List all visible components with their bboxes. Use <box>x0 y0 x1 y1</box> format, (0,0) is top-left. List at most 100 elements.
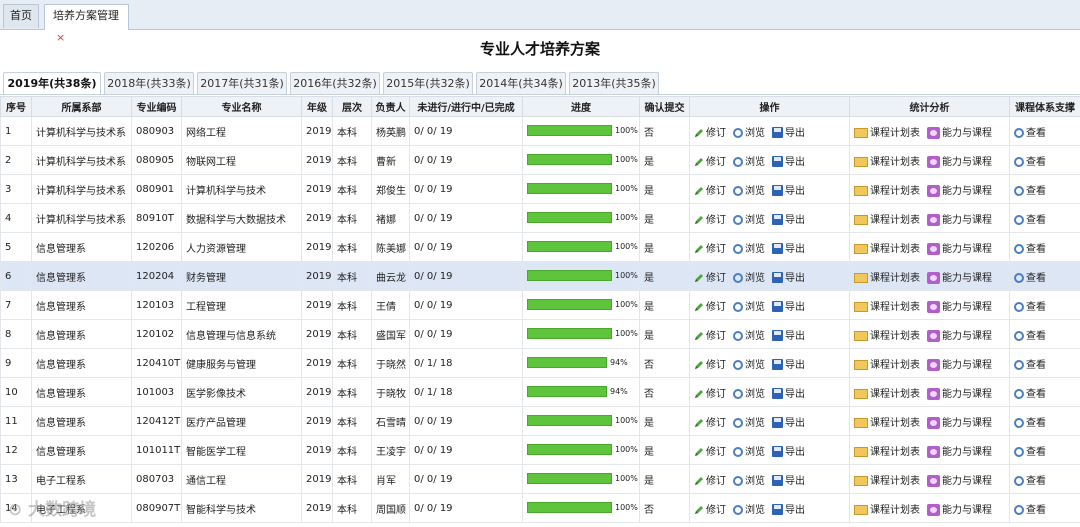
edit-button[interactable]: 修订 <box>694 182 726 197</box>
edit-button[interactable]: 修订 <box>694 124 726 139</box>
course-plan-button[interactable]: 课程计划表 <box>854 385 920 400</box>
export-button[interactable]: 导出 <box>772 182 805 197</box>
edit-button[interactable]: 修订 <box>694 327 726 342</box>
tab-year-2015[interactable]: 2015年(共32条) <box>383 72 473 94</box>
tab-year-2017[interactable]: 2017年(共31条) <box>197 72 287 94</box>
table-row[interactable]: 4 计算机科学与技术系 80910T 数据科学与大数据技术 2019 本科 褚娜 0/ 0/ … <box>0 203 1080 233</box>
course-plan-button[interactable]: 课程计划表 <box>854 211 920 226</box>
edit-button[interactable]: 修订 <box>694 443 726 458</box>
ability-course-button[interactable]: 能力与课程 <box>927 298 992 313</box>
check-button[interactable]: 查看 <box>1014 472 1046 487</box>
ability-course-button[interactable]: 能力与课程 <box>927 501 992 516</box>
course-plan-button[interactable]: 课程计划表 <box>854 501 920 516</box>
ability-course-button[interactable]: 能力与课程 <box>927 153 992 168</box>
edit-button[interactable]: 修订 <box>694 501 726 516</box>
table-row[interactable]: 2 计算机科学与技术系 080905 物联网工程 2019 本科 曹新 0/ 0/ 19 100… <box>0 145 1080 175</box>
tab-year-2013[interactable]: 2013年(共35条) <box>569 72 659 94</box>
export-button[interactable]: 导出 <box>772 240 805 255</box>
course-plan-button[interactable]: 课程计划表 <box>854 182 920 197</box>
table-row[interactable]: 8 信息管理系 120102 信息管理与信息系统 2019 本科 盛国军 0/ 0/ 19 10… <box>0 319 1080 349</box>
ability-course-button[interactable]: 能力与课程 <box>927 182 992 197</box>
export-button[interactable]: 导出 <box>772 211 805 226</box>
check-button[interactable]: 查看 <box>1014 385 1046 400</box>
tab-year-2019[interactable]: 2019年(共38条) <box>3 72 101 95</box>
check-button[interactable]: 查看 <box>1014 182 1046 197</box>
export-button[interactable]: 导出 <box>772 356 805 371</box>
export-button[interactable]: 导出 <box>772 124 805 139</box>
export-button[interactable]: 导出 <box>772 327 805 342</box>
course-plan-button[interactable]: 课程计划表 <box>854 269 920 284</box>
view-button[interactable]: 浏览 <box>733 182 765 197</box>
course-plan-button[interactable]: 课程计划表 <box>854 153 920 168</box>
check-button[interactable]: 查看 <box>1014 356 1046 371</box>
course-plan-button[interactable]: 课程计划表 <box>854 356 920 371</box>
ability-course-button[interactable]: 能力与课程 <box>927 385 992 400</box>
edit-button[interactable]: 修订 <box>694 414 726 429</box>
course-plan-button[interactable]: 课程计划表 <box>854 414 920 429</box>
table-row[interactable]: 10 信息管理系 101003 医学影像技术 2019 本科 于晓牧 0/ 1/ 18 94% 否… <box>0 377 1080 407</box>
table-row[interactable]: 3 计算机科学与技术系 080901 计算机科学与技术 2019 本科 郑俊生 0/ 0/ 1… <box>0 174 1080 204</box>
course-plan-button[interactable]: 课程计划表 <box>854 472 920 487</box>
course-plan-button[interactable]: 课程计划表 <box>854 443 920 458</box>
view-button[interactable]: 浏览 <box>733 124 765 139</box>
edit-button[interactable]: 修订 <box>694 269 726 284</box>
ability-course-button[interactable]: 能力与课程 <box>927 327 992 342</box>
edit-button[interactable]: 修订 <box>694 240 726 255</box>
view-button[interactable]: 浏览 <box>733 327 765 342</box>
ability-course-button[interactable]: 能力与课程 <box>927 269 992 284</box>
tab-year-2018[interactable]: 2018年(共33条) <box>104 72 194 94</box>
view-button[interactable]: 浏览 <box>733 298 765 313</box>
check-button[interactable]: 查看 <box>1014 124 1046 139</box>
table-row[interactable]: 1 计算机科学与技术系 080903 网络工程 2019 本科 杨英鹏 0/ 0/ 19 100… <box>0 116 1080 146</box>
edit-button[interactable]: 修订 <box>694 385 726 400</box>
tab-training-plan-management[interactable]: 培养方案管理× <box>44 4 129 44</box>
course-plan-button[interactable]: 课程计划表 <box>854 327 920 342</box>
view-button[interactable]: 浏览 <box>733 153 765 168</box>
view-button[interactable]: 浏览 <box>733 385 765 400</box>
table-row[interactable]: 6 信息管理系 120204 财务管理 2019 本科 曲云龙 0/ 0/ 19 100% 是 修订… <box>0 261 1080 291</box>
check-button[interactable]: 查看 <box>1014 298 1046 313</box>
export-button[interactable]: 导出 <box>772 443 805 458</box>
check-button[interactable]: 查看 <box>1014 501 1046 516</box>
edit-button[interactable]: 修订 <box>694 298 726 313</box>
ability-course-button[interactable]: 能力与课程 <box>927 211 992 226</box>
ability-course-button[interactable]: 能力与课程 <box>927 240 992 255</box>
export-button[interactable]: 导出 <box>772 385 805 400</box>
view-button[interactable]: 浏览 <box>733 501 765 516</box>
ability-course-button[interactable]: 能力与课程 <box>927 472 992 487</box>
tab-year-2014[interactable]: 2014年(共34条) <box>476 72 566 94</box>
edit-button[interactable]: 修订 <box>694 472 726 487</box>
export-button[interactable]: 导出 <box>772 269 805 284</box>
table-row[interactable]: 9 信息管理系 120410T 健康服务与管理 2019 本科 于晓然 0/ 1/ 18 94%… <box>0 348 1080 378</box>
table-row[interactable]: 14 电子工程系 080907T 智能科学与技术 2019 本科 周国顺 0/ 0/ 19 10… <box>0 493 1080 523</box>
check-button[interactable]: 查看 <box>1014 414 1046 429</box>
check-button[interactable]: 查看 <box>1014 269 1046 284</box>
view-button[interactable]: 浏览 <box>733 356 765 371</box>
table-row[interactable]: 13 电子工程系 080703 通信工程 2019 本科 肖军 0/ 0/ 19 100% 是 修订… <box>0 464 1080 494</box>
course-plan-button[interactable]: 课程计划表 <box>854 240 920 255</box>
check-button[interactable]: 查看 <box>1014 211 1046 226</box>
export-button[interactable]: 导出 <box>772 472 805 487</box>
ability-course-button[interactable]: 能力与课程 <box>927 356 992 371</box>
export-button[interactable]: 导出 <box>772 414 805 429</box>
view-button[interactable]: 浏览 <box>733 443 765 458</box>
course-plan-button[interactable]: 课程计划表 <box>854 298 920 313</box>
table-row[interactable]: 11 信息管理系 120412T 医疗产品管理 2019 本科 石雪晴 0/ 0/ 19 100… <box>0 406 1080 436</box>
table-row[interactable]: 5 信息管理系 120206 人力资源管理 2019 本科 陈美娜 0/ 0/ 19 100% 是… <box>0 232 1080 262</box>
tab-home[interactable]: 首页 <box>3 4 39 28</box>
view-button[interactable]: 浏览 <box>733 240 765 255</box>
ability-course-button[interactable]: 能力与课程 <box>927 443 992 458</box>
table-row[interactable]: 12 信息管理系 101011T 智能医学工程 2019 本科 王凌宇 0/ 0/ 19 100… <box>0 435 1080 465</box>
course-plan-button[interactable]: 课程计划表 <box>854 124 920 139</box>
view-button[interactable]: 浏览 <box>733 269 765 284</box>
export-button[interactable]: 导出 <box>772 501 805 516</box>
check-button[interactable]: 查看 <box>1014 327 1046 342</box>
check-button[interactable]: 查看 <box>1014 153 1046 168</box>
view-button[interactable]: 浏览 <box>733 211 765 226</box>
edit-button[interactable]: 修订 <box>694 356 726 371</box>
view-button[interactable]: 浏览 <box>733 472 765 487</box>
edit-button[interactable]: 修订 <box>694 211 726 226</box>
tab-year-2016[interactable]: 2016年(共32条) <box>290 72 380 94</box>
view-button[interactable]: 浏览 <box>733 414 765 429</box>
edit-button[interactable]: 修订 <box>694 153 726 168</box>
